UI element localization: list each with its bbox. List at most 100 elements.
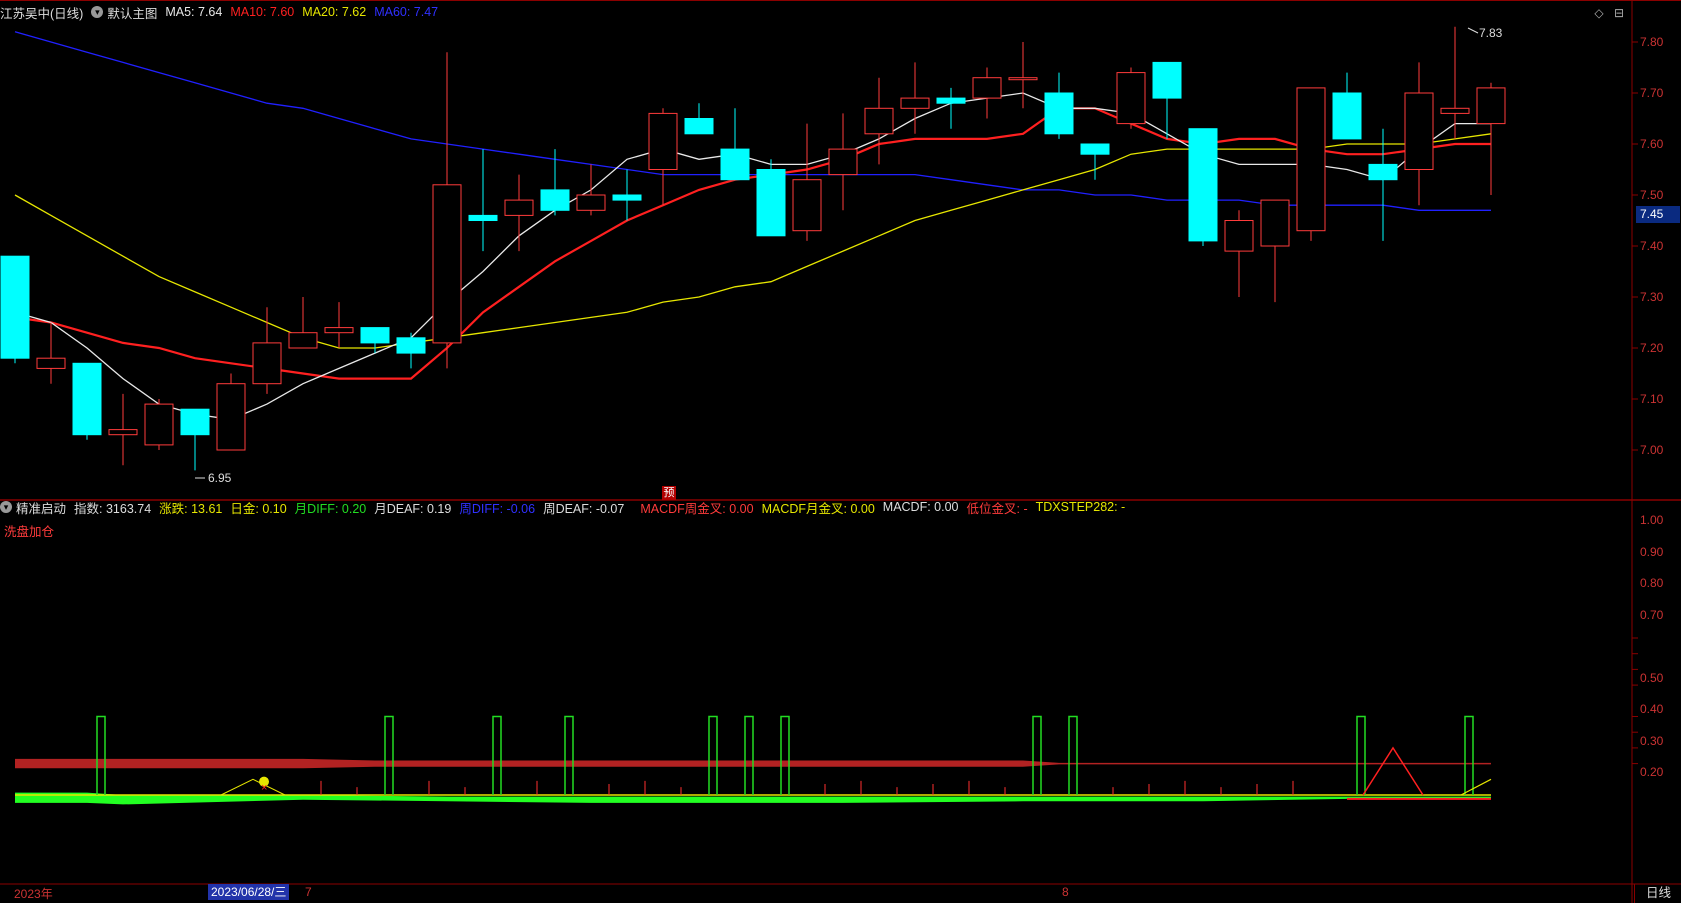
current-price-tag: 7.45: [1636, 206, 1680, 223]
candle: [792, 123, 822, 241]
price-tick: 7.40: [1640, 239, 1664, 253]
indicator-tick: 0.50: [1640, 671, 1664, 685]
candle-body: [1188, 128, 1218, 242]
candle: [1152, 61, 1182, 139]
red-triangle: [1362, 746, 1424, 796]
candle: [36, 322, 66, 384]
candle: [900, 62, 930, 134]
candle: [396, 332, 426, 369]
candle: [180, 408, 210, 471]
signal-pulse: [564, 715, 574, 795]
signal-pulse: [96, 715, 106, 795]
candle-body: [1116, 72, 1146, 125]
candle-body: [1332, 92, 1362, 140]
candle-body: [72, 362, 102, 436]
candle: [1260, 199, 1290, 303]
candle: [0, 255, 30, 364]
signal-pulse: [1068, 715, 1078, 795]
date-axis-month: 7: [305, 885, 312, 899]
candle: [720, 108, 750, 181]
candle: [684, 103, 714, 135]
date-axis-year: 2023年: [14, 887, 53, 901]
candle: [1440, 26, 1470, 139]
candle: [972, 67, 1002, 119]
price-tick: 7.10: [1640, 392, 1664, 406]
price-tick: 7.70: [1640, 86, 1664, 100]
price-tick: 7.50: [1640, 188, 1664, 202]
candle-body: [972, 77, 1002, 99]
price-tick: 7.20: [1640, 341, 1664, 355]
candle: [216, 373, 246, 451]
candle: [864, 77, 894, 165]
candle: [1008, 42, 1038, 109]
yellow-hump: [220, 778, 286, 796]
candle-body: [252, 342, 282, 385]
forecast-marker[interactable]: 预: [662, 486, 676, 500]
candle: [288, 297, 318, 349]
indicator-tick: 0.20: [1640, 765, 1664, 779]
candle-body: [180, 408, 210, 436]
candle-body: [288, 332, 318, 349]
candle-body: [1224, 220, 1254, 252]
candle-body: [540, 189, 570, 211]
price-tick: 7.30: [1640, 290, 1664, 304]
candle-body: [144, 403, 174, 446]
signal-pulse: [1032, 715, 1042, 795]
candle-body: [396, 337, 426, 354]
candle-body: [864, 107, 894, 135]
price-tick: 7.80: [1640, 35, 1664, 49]
price-tick: 7.60: [1640, 137, 1664, 151]
candle-body: [216, 383, 246, 451]
candle-body: [1152, 61, 1182, 99]
signal-pulse: [744, 715, 754, 795]
indicator-tick: 0.40: [1640, 702, 1664, 716]
candle: [504, 174, 534, 252]
indicator-tick: 0.90: [1640, 545, 1664, 559]
indicator-tick: 0.80: [1640, 576, 1664, 590]
candle: [1044, 72, 1074, 139]
indicator-tick: 0.30: [1640, 734, 1664, 748]
high-marker: [1467, 27, 1479, 34]
candle-body: [792, 179, 822, 232]
candle: [432, 52, 462, 369]
candle-body: [828, 148, 858, 176]
ma60-line: [14, 31, 1491, 211]
signal-pulse: [708, 715, 718, 795]
date-axis-month: 8: [1062, 885, 1069, 899]
signal-pulse: [384, 715, 394, 795]
price-chart[interactable]: ×: [0, 0, 1681, 903]
candle-body: [432, 184, 462, 344]
candle: [72, 362, 102, 440]
candle-body: [900, 97, 930, 109]
candle: [144, 399, 174, 450]
candle: [324, 302, 354, 348]
candle: [468, 149, 498, 252]
candle: [1080, 143, 1110, 180]
candle: [252, 307, 282, 394]
candle: [1404, 62, 1434, 206]
indicator-tick: 0.70: [1640, 608, 1664, 622]
cross-icon: ×: [261, 782, 267, 794]
candle-body: [1476, 87, 1506, 125]
candle: [576, 164, 606, 216]
signal-pulse: [1356, 715, 1366, 795]
candle: [1188, 128, 1218, 246]
indicator-tick: 1.00: [1640, 513, 1664, 527]
signal-pulse: [1464, 715, 1474, 795]
candle: [1476, 82, 1506, 195]
candle-body: [1440, 107, 1470, 114]
candle: [1368, 128, 1398, 241]
candle: [756, 159, 786, 237]
candle-body: [1044, 92, 1074, 135]
candle-body: [468, 214, 498, 221]
candle: [108, 393, 138, 466]
candle: [828, 113, 858, 211]
candle-body: [576, 194, 606, 211]
candle-body: [1404, 92, 1434, 170]
period-tab-daily[interactable]: 日线: [1634, 884, 1681, 903]
candle-body: [36, 357, 66, 369]
candle-body: [0, 255, 30, 359]
candle-body: [324, 327, 354, 334]
cursor-date: 2023/06/28/三: [208, 884, 290, 900]
candle-body: [936, 97, 966, 104]
